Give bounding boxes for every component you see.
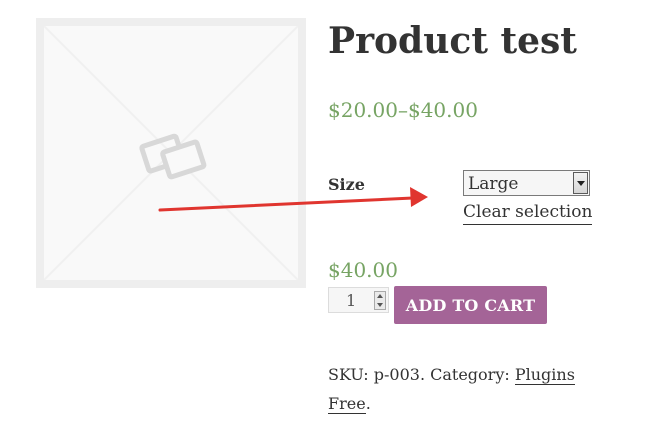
sku-value: p-003	[373, 365, 420, 384]
variation-price: $40.00	[328, 258, 398, 282]
sku-prefix: SKU:	[328, 365, 369, 384]
add-to-cart-button[interactable]: ADD TO CART	[394, 286, 547, 324]
quantity-stepper[interactable]: 1	[328, 287, 389, 313]
meta-suffix: .	[365, 394, 371, 413]
category-prefix: . Category:	[419, 365, 510, 384]
product-meta: SKU: p-003. Category: Plugins Free.	[328, 360, 618, 418]
spin-buttons[interactable]	[374, 291, 386, 310]
chevron-up-icon[interactable]	[377, 294, 383, 298]
quantity-value: 1	[346, 291, 357, 310]
chevron-down-icon[interactable]	[377, 303, 383, 307]
